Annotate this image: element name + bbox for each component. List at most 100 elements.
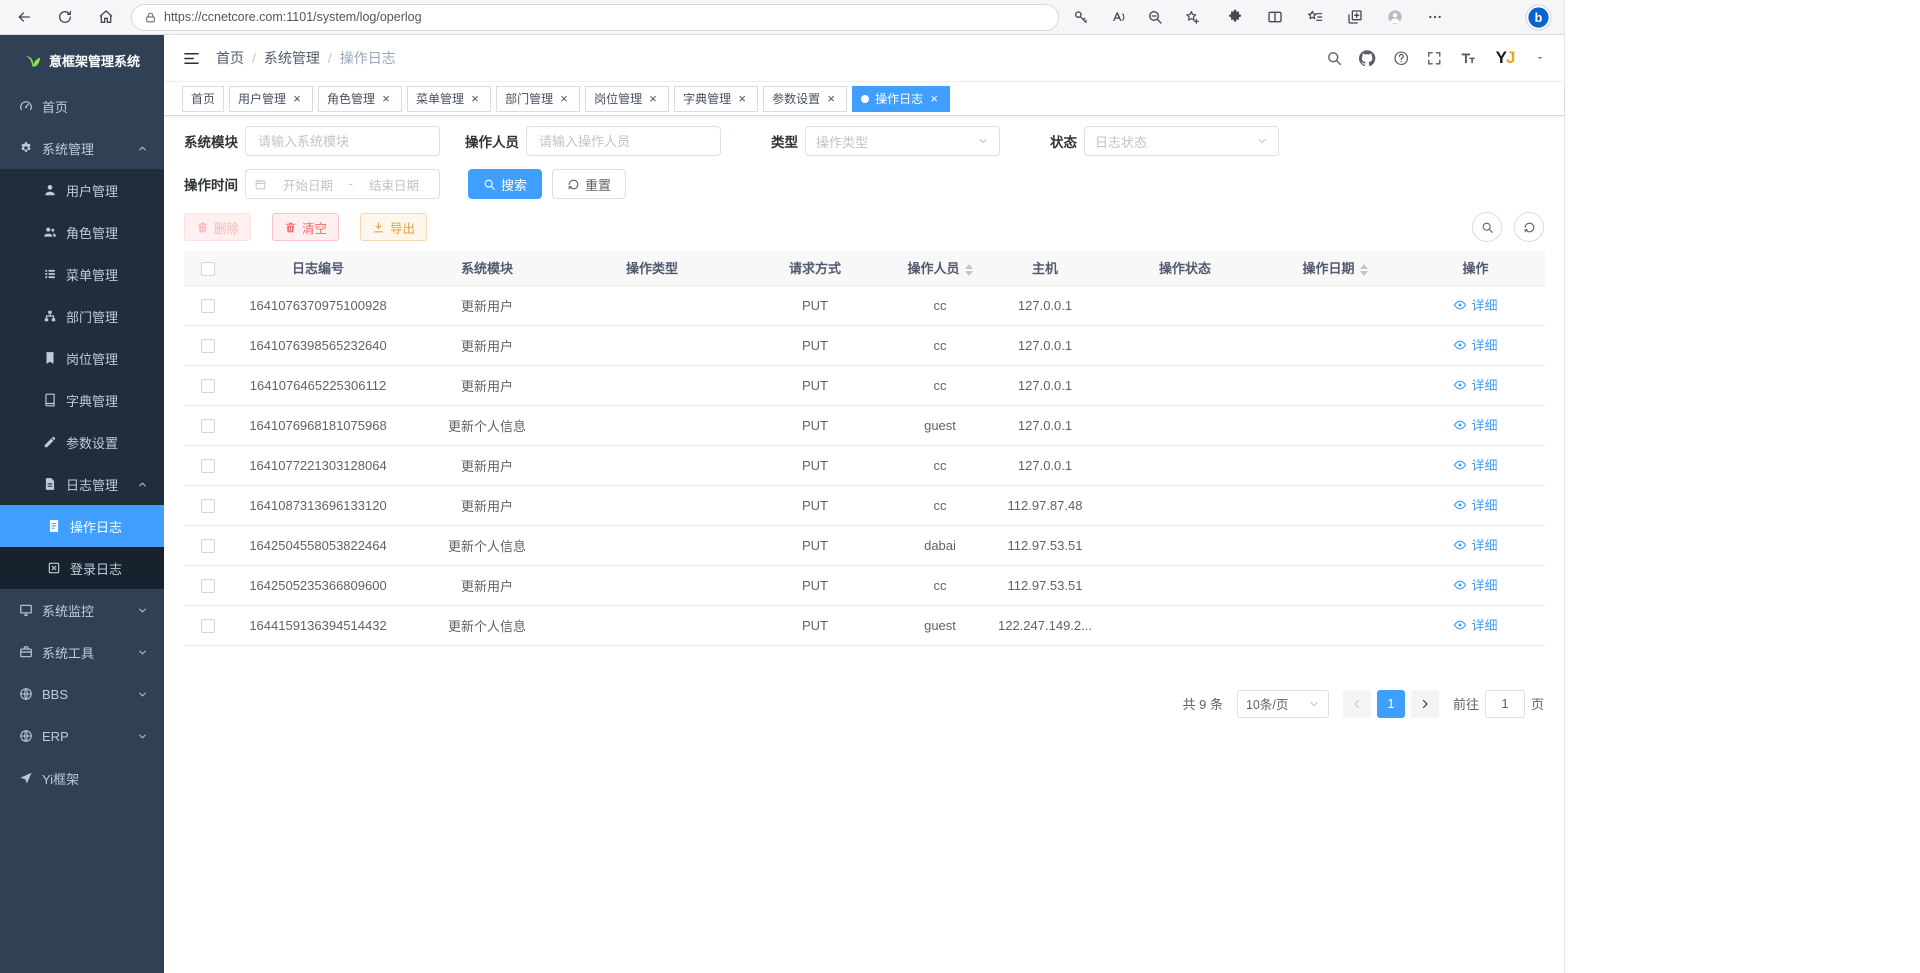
refresh-table-button[interactable] [1514, 212, 1544, 242]
collections-icon[interactable] [1341, 4, 1368, 31]
detail-link[interactable]: 详细 [1453, 415, 1497, 434]
bing-icon[interactable]: b [1525, 4, 1552, 31]
key-icon[interactable] [1067, 4, 1094, 31]
sidebar-item[interactable]: 首页 [0, 85, 164, 127]
sort-icon[interactable] [1360, 264, 1368, 276]
sidebar-item[interactable]: 系统监控 [0, 589, 164, 631]
sort-icon[interactable] [965, 264, 973, 276]
tab[interactable]: 岗位管理× [585, 86, 669, 112]
row-checkbox[interactable] [201, 299, 215, 313]
address-bar[interactable]: https://ccnetcore.com:1101/system/log/op… [131, 4, 1059, 31]
breadcrumb-item[interactable]: 首页 [216, 48, 244, 68]
sidebar-item[interactable]: 字典管理 [0, 379, 164, 421]
breadcrumb-item[interactable]: 系统管理 [264, 48, 320, 68]
close-icon[interactable]: × [824, 92, 838, 106]
tab[interactable]: 部门管理× [496, 86, 580, 112]
prev-page-button[interactable] [1343, 690, 1371, 718]
row-checkbox[interactable] [201, 499, 215, 513]
sidebar-item[interactable]: 系统管理 [0, 127, 164, 169]
read-aloud-icon[interactable] [1104, 4, 1131, 31]
export-button[interactable]: 导出 [360, 213, 427, 241]
close-icon[interactable]: × [735, 92, 749, 106]
split-screen-icon[interactable] [1261, 4, 1288, 31]
close-icon[interactable]: × [927, 92, 941, 106]
detail-link[interactable]: 详细 [1453, 575, 1497, 594]
show-search-toggle-button[interactable] [1472, 212, 1502, 242]
detail-link[interactable]: 详细 [1453, 615, 1497, 634]
close-icon[interactable]: × [290, 92, 304, 106]
detail-link[interactable]: 详细 [1453, 495, 1497, 514]
detail-link[interactable]: 详细 [1453, 535, 1497, 554]
row-checkbox[interactable] [201, 539, 215, 553]
caret-down-icon[interactable] [1534, 52, 1546, 64]
date-range-picker[interactable]: 开始日期 - 结束日期 [245, 169, 440, 199]
tab[interactable]: 角色管理× [318, 86, 402, 112]
row-checkbox[interactable] [201, 419, 215, 433]
favorite-add-icon[interactable] [1178, 4, 1205, 31]
font-size-icon[interactable] [1460, 50, 1477, 67]
sidebar-item[interactable]: ERP [0, 715, 164, 757]
refresh-icon[interactable] [51, 4, 78, 31]
row-checkbox[interactable] [201, 619, 215, 633]
close-icon[interactable]: × [379, 92, 393, 106]
detail-link[interactable]: 详细 [1453, 295, 1497, 314]
row-checkbox[interactable] [201, 459, 215, 473]
module-input[interactable] [245, 126, 440, 156]
clear-button[interactable]: 清空 [272, 213, 339, 241]
goto-page-input[interactable] [1485, 690, 1525, 718]
avatar[interactable]: Y J [1490, 43, 1520, 73]
sidebar-item[interactable]: 岗位管理 [0, 337, 164, 379]
type-select[interactable]: 操作类型 [805, 126, 1000, 156]
page-number-button[interactable]: 1 [1377, 690, 1405, 718]
tab[interactable]: 首页 [182, 86, 224, 112]
tab[interactable]: 参数设置× [763, 86, 847, 112]
sidebar-item[interactable]: 参数设置 [0, 421, 164, 463]
ellipsis-icon[interactable] [1421, 4, 1448, 31]
page-size-select[interactable]: 10条/页 [1237, 690, 1329, 718]
sidebar-menu: 首页系统管理用户管理角色管理菜单管理部门管理岗位管理字典管理参数设置日志管理操作… [0, 85, 164, 799]
tab[interactable]: 操作日志× [852, 86, 950, 112]
sidebar-item[interactable]: 角色管理 [0, 211, 164, 253]
column-header[interactable]: 操作日期 [1264, 251, 1406, 285]
close-icon[interactable]: × [646, 92, 660, 106]
reset-button[interactable]: 重置 [552, 169, 626, 199]
search-icon[interactable] [1326, 50, 1343, 67]
sidebar-item[interactable]: Yi框架 [0, 757, 164, 799]
close-icon[interactable]: × [557, 92, 571, 106]
detail-link[interactable]: 详细 [1453, 335, 1497, 354]
search-button[interactable]: 搜索 [468, 169, 542, 199]
favorites-bar-icon[interactable] [1301, 4, 1328, 31]
essentials-icon[interactable] [1221, 4, 1248, 31]
back-icon[interactable] [10, 4, 37, 31]
sidebar-item[interactable]: BBS [0, 673, 164, 715]
home-icon[interactable] [92, 4, 119, 31]
row-checkbox[interactable] [201, 339, 215, 353]
sidebar-item[interactable]: 部门管理 [0, 295, 164, 337]
tab[interactable]: 字典管理× [674, 86, 758, 112]
sidebar-item[interactable]: 登录日志 [0, 547, 164, 589]
tab[interactable]: 用户管理× [229, 86, 313, 112]
profile-icon[interactable] [1381, 4, 1408, 31]
sidebar-item[interactable]: 系统工具 [0, 631, 164, 673]
github-icon[interactable] [1359, 50, 1376, 67]
select-all-checkbox[interactable] [201, 262, 215, 276]
tab[interactable]: 菜单管理× [407, 86, 491, 112]
zoom-out-icon[interactable] [1141, 4, 1168, 31]
row-checkbox[interactable] [201, 379, 215, 393]
detail-link[interactable]: 详细 [1453, 455, 1497, 474]
sidebar-item[interactable]: 日志管理 [0, 463, 164, 505]
sidebar-item[interactable]: 用户管理 [0, 169, 164, 211]
delete-button[interactable]: 删除 [184, 213, 251, 241]
question-icon[interactable] [1393, 50, 1410, 67]
fullscreen-icon[interactable] [1426, 50, 1443, 67]
column-header[interactable]: 操作人员 [896, 251, 984, 285]
operator-input[interactable] [526, 126, 721, 156]
sidebar-item[interactable]: 菜单管理 [0, 253, 164, 295]
status-select[interactable]: 日志状态 [1084, 126, 1279, 156]
next-page-button[interactable] [1411, 690, 1439, 718]
sidebar-item[interactable]: 操作日志 [0, 505, 164, 547]
hamburger-icon[interactable] [182, 49, 201, 68]
row-checkbox[interactable] [201, 579, 215, 593]
detail-link[interactable]: 详细 [1453, 375, 1497, 394]
close-icon[interactable]: × [468, 92, 482, 106]
